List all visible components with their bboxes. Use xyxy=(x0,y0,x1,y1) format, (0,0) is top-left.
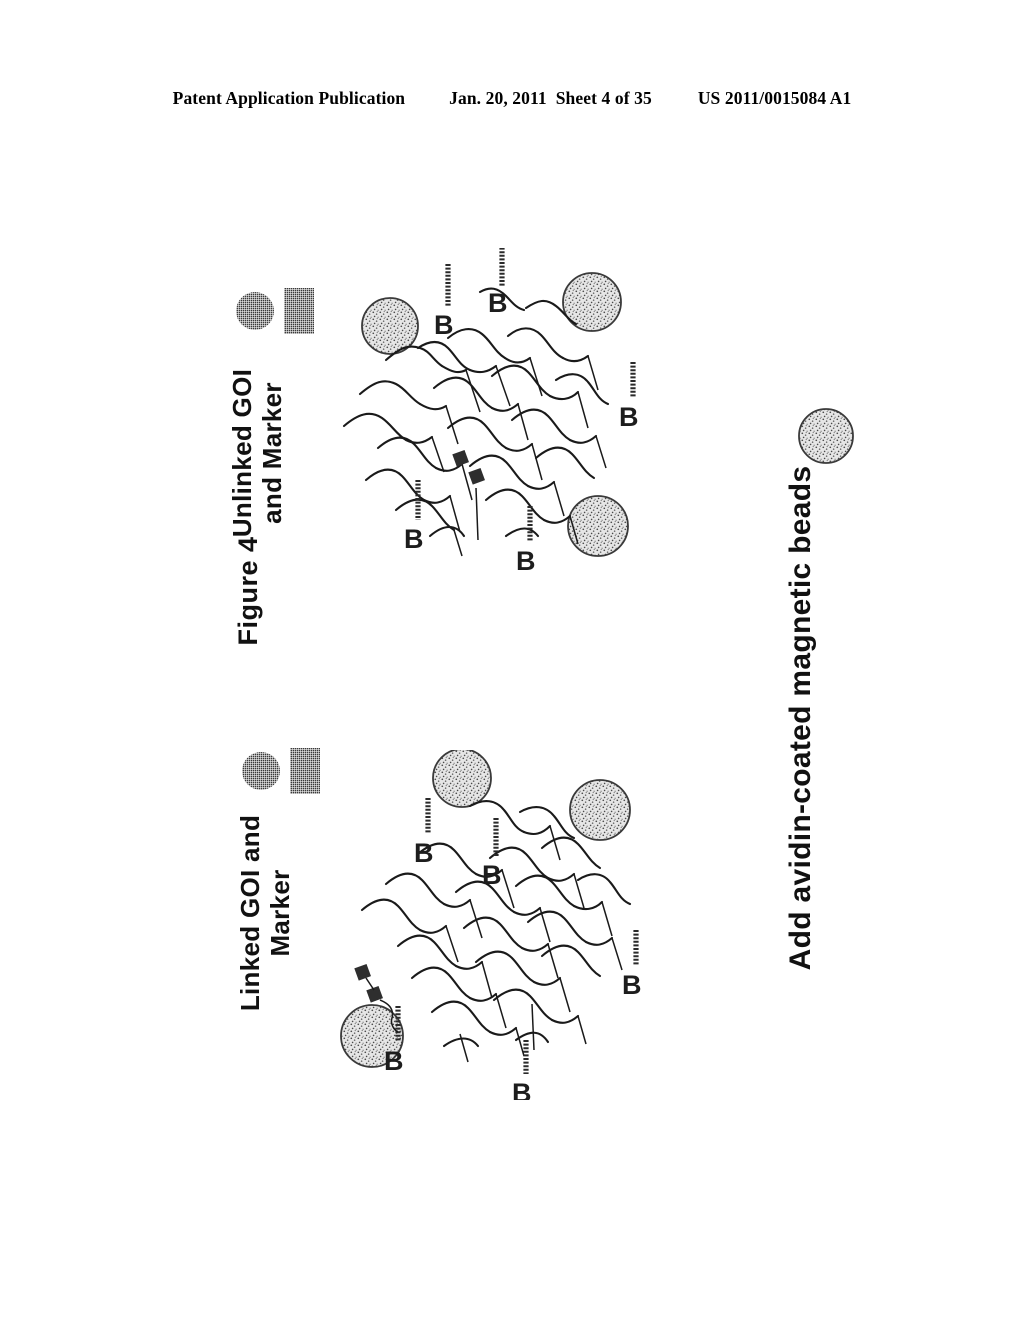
legend-marker-square-icon xyxy=(284,288,314,334)
biotin-tag: B xyxy=(488,248,508,318)
biotin-label: B xyxy=(488,288,508,318)
magnetic-bead xyxy=(432,750,492,808)
header-publication: Patent Application Publication xyxy=(172,88,406,108)
marker-square-small xyxy=(468,467,485,485)
biotin-tag: B xyxy=(414,798,434,868)
legend-goi-circle-icon xyxy=(242,752,280,790)
panel-artwork-linked: B B B B B xyxy=(340,750,642,1100)
header-patent-number: US 2011/0015084 A1 xyxy=(697,88,852,108)
panel-title-unlinked: Unlinked GOI and Marker xyxy=(227,368,288,538)
biotin-tag: B xyxy=(516,506,536,576)
biotin-tag: B xyxy=(434,264,454,340)
biotin-label: B xyxy=(434,310,454,340)
legend-linked xyxy=(242,748,332,798)
biotin-tag: B xyxy=(619,362,639,432)
biotin-label: B xyxy=(619,402,639,432)
biotin-label: B xyxy=(512,1078,532,1100)
page-header: Patent Application Publication Jan. 20, … xyxy=(0,88,1024,109)
panel-title-linked: Linked GOI and Marker xyxy=(235,814,296,1012)
legend-goi-circle-icon xyxy=(236,292,274,330)
standalone-magnetic-bead xyxy=(798,408,854,464)
biotin-tag: B xyxy=(482,818,502,890)
legend-unlinked xyxy=(236,288,326,338)
biotin-label: B xyxy=(482,860,502,890)
legend-marker-square-icon xyxy=(290,748,320,794)
panel-artwork-unlinked: B B B B B xyxy=(342,248,639,576)
marker-square-small xyxy=(452,449,469,467)
linker-connector xyxy=(365,977,375,991)
biotin-label: B xyxy=(622,970,642,1000)
marker-square-small xyxy=(354,963,371,981)
header-sheet: Sheet 4 of 35 xyxy=(555,88,652,108)
magnetic-bead xyxy=(569,779,631,841)
biotin-label: B xyxy=(516,546,536,576)
figure-bottom-caption: Add avidin-coated magnetic beads xyxy=(784,465,817,971)
header-date: Jan. 20, 2011 xyxy=(449,88,547,108)
biotin-tag: B xyxy=(622,930,642,1000)
magnetic-bead xyxy=(567,495,629,557)
biotin-label: B xyxy=(414,838,434,868)
biotin-label: B xyxy=(404,524,424,554)
magnetic-bead xyxy=(798,408,854,464)
biotin-label: B xyxy=(384,1046,404,1076)
